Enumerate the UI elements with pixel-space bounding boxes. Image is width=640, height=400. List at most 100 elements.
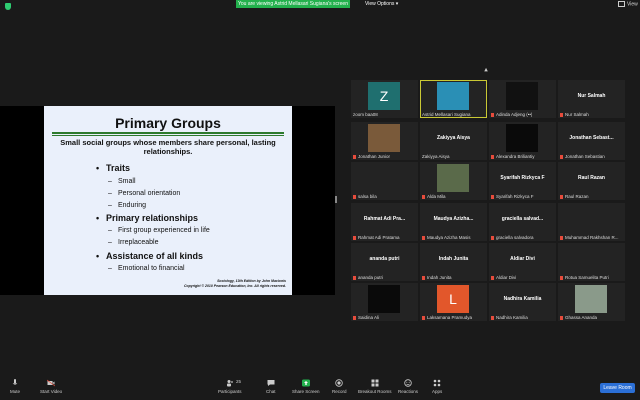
participant-tile[interactable]: Rahmat Adi Pra... Rahmat Adi Pratama [351,203,418,241]
slide-subtitle: Small social groups whose members share … [60,138,276,156]
participant-tile[interactable]: Syarifah Rizkyca F Syarifah Rizkyca F [489,162,556,200]
mute-button[interactable]: Mute [10,379,20,394]
participant-name: Maudya Azizha Masis [427,235,471,240]
participants-button[interactable]: Participants 25 [218,379,242,394]
participant-name: Nadhira Kamilia [496,315,528,320]
participant-avatar [437,164,469,192]
participant-name: salsa bila [358,194,377,199]
participant-tile[interactable]: ananda putri ananda putri [351,243,418,281]
participant-name-label: Zakiyya Aisya [422,154,450,159]
participant-name-label: Maudya Azizha Masis [422,235,471,240]
participant-tile[interactable]: Alda Mila [420,162,487,200]
participant-tile[interactable]: Jonathan Sebast... Jonathan Sebastian [558,122,625,160]
participant-tile[interactable]: Aldiar Divi Aldiar Divi [489,243,556,281]
participant-tile[interactable]: Astrid Mellasari Sugiana [420,80,487,118]
participant-tile[interactable]: Ghassa Ananda [558,283,625,321]
participant-tile[interactable]: Indah Junita Indah Junita [420,243,487,281]
muted-microphone-icon [491,275,494,280]
participant-name-label: Astrid Mellasari Sugiana [422,112,471,117]
presentation-slide: Primary Groups Small social groups whose… [44,106,292,295]
participant-tile[interactable]: Muhammad Rakhshan R... [558,203,625,241]
start-video-label: Start Video [40,389,63,394]
share-screen-button[interactable]: Share Screen [292,379,320,394]
grid-icon [618,1,625,7]
muted-microphone-icon [353,315,356,320]
leave-room-button[interactable]: Leave Room [600,383,635,393]
participant-name-label: Nadhira Kamilia [491,315,528,320]
participant-display-name: Aldiar Divi [510,256,535,262]
participant-name-label: Ghassa Ananda [560,315,597,320]
breakout-rooms-button[interactable]: Breakout Rooms [358,379,392,394]
apps-button[interactable]: Apps [432,379,442,394]
reactions-button[interactable]: Reactions [398,379,418,394]
participant-tile[interactable]: Zakiyya Aisya Zakiyya Aisya [420,122,487,160]
participant-tile[interactable]: Saidina Ali [351,283,418,321]
participant-name: Raul Razan [565,194,589,199]
participant-tile[interactable]: graciella salvad... graciella salvadora [489,203,556,241]
record-button[interactable]: Record [332,379,347,394]
start-video-button[interactable]: Start Video [40,379,62,394]
participant-name: Alexandra Briliantiy [496,154,535,159]
resize-handle[interactable] [335,196,337,203]
participant-tile[interactable]: salsa bila [351,162,418,200]
participant-avatar [506,82,538,110]
participant-name-label: Saidina Ali [353,315,379,320]
participant-display-name: Nur Salmah [577,93,606,99]
participant-name: Muhammad Rakhshan R... [565,235,619,240]
participant-name: Ghassa Ananda [565,315,598,320]
view-options-button[interactable]: View Options ▾ [365,1,398,7]
sub-bullet: Irreplaceable [108,239,159,246]
slide-credit: Sociology, 13th Edition by John Macionis [217,279,286,283]
chevron-up-icon[interactable]: ▼ [483,66,489,72]
view-label: View [627,1,638,8]
participant-name-label: Raul Razan [560,194,589,199]
participant-name: Nur Salmah [565,112,589,117]
participant-tile[interactable]: Adinda Adjeng (••) [489,80,556,118]
view-button[interactable]: View [618,1,638,7]
participant-name: zoom baa08 [353,112,378,117]
chat-label: Chat [266,389,276,394]
muted-microphone-icon [560,194,563,199]
participant-name-label: Alda Mila [422,194,446,199]
breakout-rooms-icon [371,379,379,387]
participant-name: Syarifah Rizkyca F [496,194,534,199]
participant-display-name: Nadhira Kamilia [503,296,542,302]
participant-tile[interactable]: Nur Salmah Nur Salmah [558,80,625,118]
slide-copyright: Copyright © 2010 Pearson Education, Inc.… [183,284,286,288]
muted-microphone-icon [353,235,356,240]
video-off-icon [47,379,56,387]
participant-avatar [368,124,400,152]
participant-name-label: salsa bila [353,194,377,199]
participant-avatar [575,285,607,313]
muted-microphone-icon [491,235,494,240]
participant-tile[interactable]: Nadhira Kamilia Nadhira Kamilia [489,283,556,321]
participant-tile[interactable]: Rotua Samuelita Putri [558,243,625,281]
participants-count: 25 [236,379,242,384]
participant-name-label: Jonathan Sebastian [560,154,605,159]
participant-tile[interactable]: L Laksamana Pramudya [420,283,487,321]
participant-name: graciella salvadora [496,235,534,240]
participant-avatar: L [437,285,469,313]
participant-name-label: Rotua Samuelita Putri [560,275,609,280]
muted-microphone-icon [422,194,425,199]
participant-display-name: Indah Junita [438,256,469,262]
participant-tile[interactable]: Jonathan Junior [351,122,418,160]
participant-tile[interactable]: Zzoom baa08 [351,80,418,118]
muted-microphone-icon [422,275,425,280]
participant-tile[interactable]: Raul Razan Raul Razan [558,162,625,200]
chat-icon [267,380,275,386]
participants-label: Participants [218,389,242,394]
microphone-icon [12,379,18,385]
shared-screen: Primary Groups Small social groups whose… [0,106,335,295]
bullet-traits: Traits [96,163,130,173]
chat-button[interactable]: Chat [266,379,276,394]
participant-name: ananda putri [358,275,384,280]
mute-label: Mute [10,389,21,394]
participant-tile[interactable]: Maudya Azizha... Maudya Azizha Masis [420,203,487,241]
participant-name-label: ananda putri [353,275,383,280]
shield-icon[interactable] [5,3,11,10]
participant-name: Rotua Samuelita Putri [565,275,609,280]
participant-name-label: zoom baa08 [353,112,378,117]
participant-tile[interactable]: Alexandra Briliantiy [489,122,556,160]
participant-display-name: graciella salvad... [501,216,544,222]
